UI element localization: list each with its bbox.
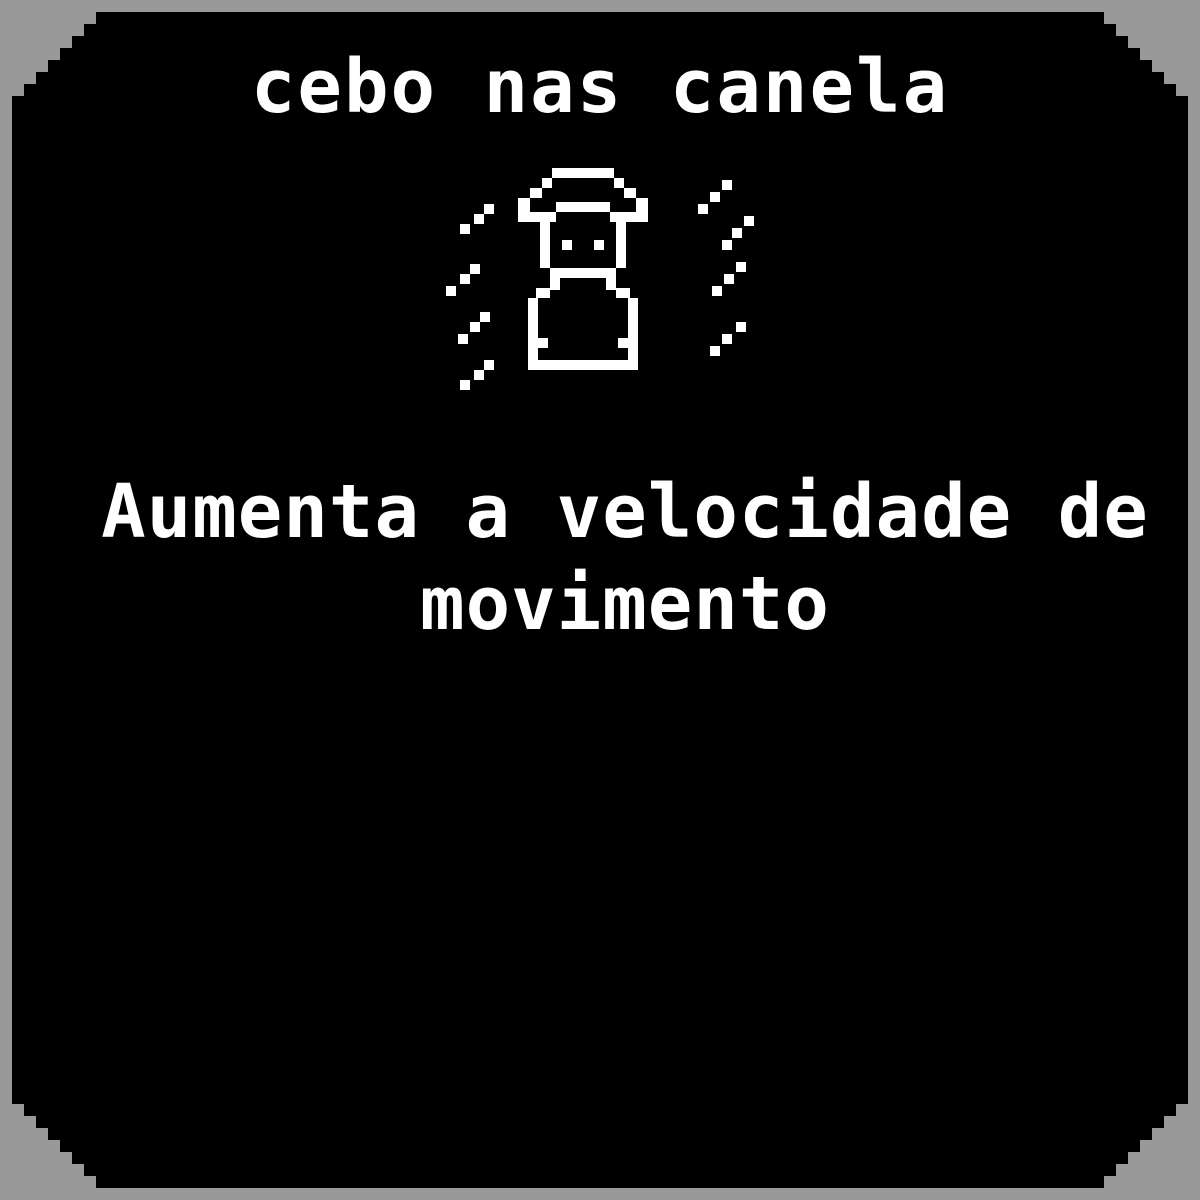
- head: [540, 222, 626, 278]
- hat: [518, 168, 648, 222]
- running-character-icon: [440, 168, 760, 400]
- body: [528, 278, 638, 370]
- speed-lines-right: [698, 180, 754, 356]
- item-description: Aumenta a velocidade de movimento: [101, 469, 1149, 647]
- speed-lines-left: [446, 204, 494, 390]
- item-title: cebo nas canela: [250, 44, 950, 130]
